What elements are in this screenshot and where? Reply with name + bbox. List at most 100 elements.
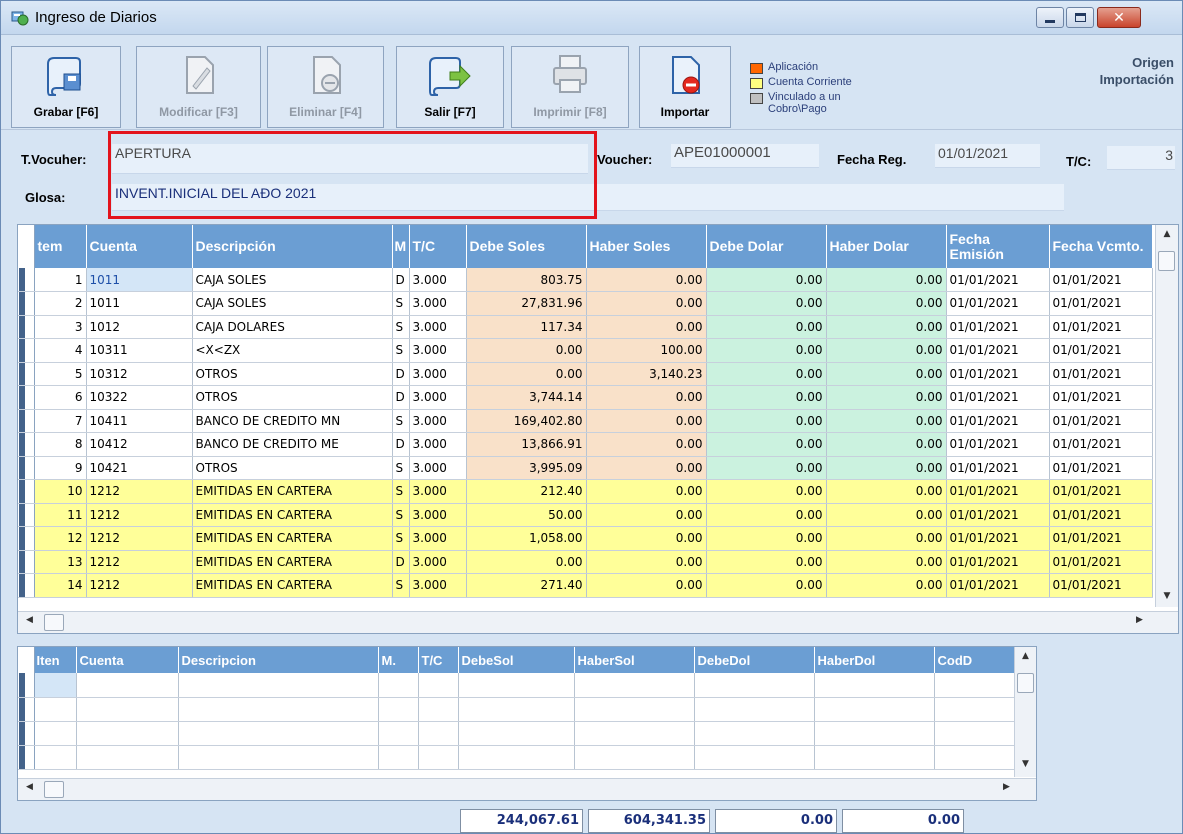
cell-fecha-vcmto[interactable]: 01/01/2021 <box>1049 432 1153 457</box>
detail-cell[interactable] <box>574 721 695 746</box>
cell-cuenta[interactable]: 1212 <box>86 550 193 574</box>
detail-cell[interactable] <box>34 721 77 746</box>
cell-debe-soles[interactable]: 0.00 <box>466 550 587 574</box>
cell-haber-soles[interactable]: 0.00 <box>586 550 707 574</box>
cell-haber-dolar[interactable]: 0.00 <box>826 385 947 410</box>
imprimir-button[interactable]: Imprimir [F8] <box>511 46 629 128</box>
voucher-field[interactable]: APE01000001 <box>671 144 819 168</box>
detail-cell[interactable] <box>934 745 1015 770</box>
cell-haber-dolar[interactable]: 0.00 <box>826 432 947 457</box>
row-selector[interactable] <box>18 479 35 504</box>
table-row[interactable]: 2 1011 CAJA SOLES S 3.000 27,831.96 0.00 0.00 0.… <box>18 291 1153 316</box>
table-row[interactable]: 11 1212 EMITIDAS EN CARTERA S 3.000 50.00 0.00… <box>18 503 1153 527</box>
cell-tc[interactable]: 3.000 <box>409 291 467 316</box>
col-header-m[interactable]: M <box>392 225 410 268</box>
cell-haber-soles[interactable]: 0.00 <box>586 456 707 480</box>
cell-haber-soles[interactable]: 0.00 <box>586 526 707 551</box>
cell-cuenta[interactable]: 1012 <box>86 315 193 339</box>
cell-item[interactable]: 10 <box>34 479 87 504</box>
cell-haber-dolar[interactable]: 0.00 <box>826 479 947 504</box>
row-selector[interactable] <box>18 721 35 746</box>
col-header-cuenta[interactable]: Cuenta <box>76 647 179 673</box>
cell-debe-soles[interactable]: 0.00 <box>466 362 587 386</box>
salir-button[interactable]: Salir [F7] <box>396 46 504 128</box>
cell-debe-soles[interactable]: 803.75 <box>466 268 587 292</box>
table-row[interactable]: 8 10412 BANCO DE CREDITO ME D 3.000 13,866.91… <box>18 432 1153 457</box>
col-header-item[interactable]: tem <box>34 225 87 268</box>
cell-tc[interactable]: 3.000 <box>409 550 467 574</box>
cell-haber-dolar[interactable]: 0.00 <box>826 338 947 363</box>
cell-debe-dolar[interactable]: 0.00 <box>706 268 827 292</box>
maximize-button[interactable] <box>1066 7 1094 28</box>
row-selector[interactable] <box>18 745 35 770</box>
scroll-down-icon[interactable]: ▼ <box>1156 591 1178 601</box>
cell-fecha-emision[interactable]: 01/01/2021 <box>946 432 1050 457</box>
cell-item[interactable]: 8 <box>34 432 87 457</box>
cell-debe-dolar[interactable]: 0.00 <box>706 479 827 504</box>
detail-row[interactable] <box>18 697 1015 722</box>
cell-haber-soles[interactable]: 0.00 <box>586 479 707 504</box>
cell-haber-soles[interactable]: 0.00 <box>586 432 707 457</box>
detail-cell[interactable] <box>178 673 379 698</box>
detail-grid[interactable]: Iten Cuenta Descripcion M. T/C DebeSol H… <box>17 646 1037 801</box>
col-header-codd[interactable]: CodD <box>934 647 1015 673</box>
table-row[interactable]: 12 1212 EMITIDAS EN CARTERA S 3.000 1,058.00 0… <box>18 526 1153 551</box>
detail-row[interactable] <box>18 745 1015 770</box>
importar-button[interactable]: Importar <box>639 46 731 128</box>
row-selector[interactable] <box>18 550 35 574</box>
detail-cell[interactable] <box>34 697 77 722</box>
cell-m[interactable]: D <box>392 362 410 386</box>
cell-item[interactable]: 14 <box>34 573 87 598</box>
cell-debe-dolar[interactable]: 0.00 <box>706 362 827 386</box>
cell-debe-dolar[interactable]: 0.00 <box>706 456 827 480</box>
detail-cell[interactable] <box>76 745 179 770</box>
cell-fecha-vcmto[interactable]: 01/01/2021 <box>1049 456 1153 480</box>
cell-m[interactable]: S <box>392 456 410 480</box>
cell-cuenta[interactable]: 1011 <box>86 268 193 292</box>
detail-cell[interactable] <box>934 673 1015 698</box>
cell-descripcion[interactable]: EMITIDAS EN CARTERA <box>192 503 393 527</box>
cell-m[interactable]: S <box>392 409 410 433</box>
cell-cuenta[interactable]: 10421 <box>86 456 193 480</box>
cell-haber-dolar[interactable]: 0.00 <box>826 503 947 527</box>
detail-cell[interactable] <box>378 697 419 722</box>
cell-fecha-vcmto[interactable]: 01/01/2021 <box>1049 291 1153 316</box>
cell-fecha-vcmto[interactable]: 01/01/2021 <box>1049 362 1153 386</box>
row-selector[interactable] <box>18 697 35 722</box>
cell-debe-soles[interactable]: 13,866.91 <box>466 432 587 457</box>
detail-cell[interactable] <box>458 745 575 770</box>
row-selector[interactable] <box>18 291 35 316</box>
scroll-right-icon[interactable]: ▶ <box>1136 615 1143 625</box>
cell-m[interactable]: S <box>392 573 410 598</box>
cell-haber-soles[interactable]: 0.00 <box>586 573 707 598</box>
scroll-thumb[interactable] <box>1017 673 1034 693</box>
cell-descripcion[interactable]: EMITIDAS EN CARTERA <box>192 479 393 504</box>
cell-descripcion[interactable]: BANCO DE CREDITO MN <box>192 409 393 433</box>
cell-tc[interactable]: 3.000 <box>409 503 467 527</box>
col-header-fecha-vcmto[interactable]: Fecha Vcmto. <box>1049 225 1153 268</box>
cell-haber-soles[interactable]: 3,140.23 <box>586 362 707 386</box>
grabar-button[interactable]: Grabar [F6] <box>11 46 121 128</box>
cell-fecha-emision[interactable]: 01/01/2021 <box>946 573 1050 598</box>
cell-m[interactable]: S <box>392 338 410 363</box>
cell-debe-dolar[interactable]: 0.00 <box>706 503 827 527</box>
row-selector[interactable] <box>18 385 35 410</box>
cell-debe-soles[interactable]: 27,831.96 <box>466 291 587 316</box>
cell-item[interactable]: 9 <box>34 456 87 480</box>
cell-haber-dolar[interactable]: 0.00 <box>826 362 947 386</box>
detail-cell[interactable] <box>418 721 459 746</box>
detail-cell[interactable] <box>458 697 575 722</box>
cell-item[interactable]: 4 <box>34 338 87 363</box>
detail-cell[interactable] <box>458 673 575 698</box>
table-row[interactable]: 5 10312 OTROS D 3.000 0.00 3,140.23 0.00 0.00 01/… <box>18 362 1153 386</box>
close-button[interactable]: ✕ <box>1097 7 1141 28</box>
detail-row[interactable] <box>18 721 1015 746</box>
cell-fecha-emision[interactable]: 01/01/2021 <box>946 409 1050 433</box>
cell-haber-soles[interactable]: 0.00 <box>586 409 707 433</box>
row-selector[interactable] <box>18 573 35 598</box>
col-header-tc[interactable]: T/C <box>409 225 467 268</box>
cell-descripcion[interactable]: CAJA SOLES <box>192 291 393 316</box>
cell-fecha-vcmto[interactable]: 01/01/2021 <box>1049 338 1153 363</box>
cell-haber-dolar[interactable]: 0.00 <box>826 550 947 574</box>
cell-haber-dolar[interactable]: 0.00 <box>826 315 947 339</box>
